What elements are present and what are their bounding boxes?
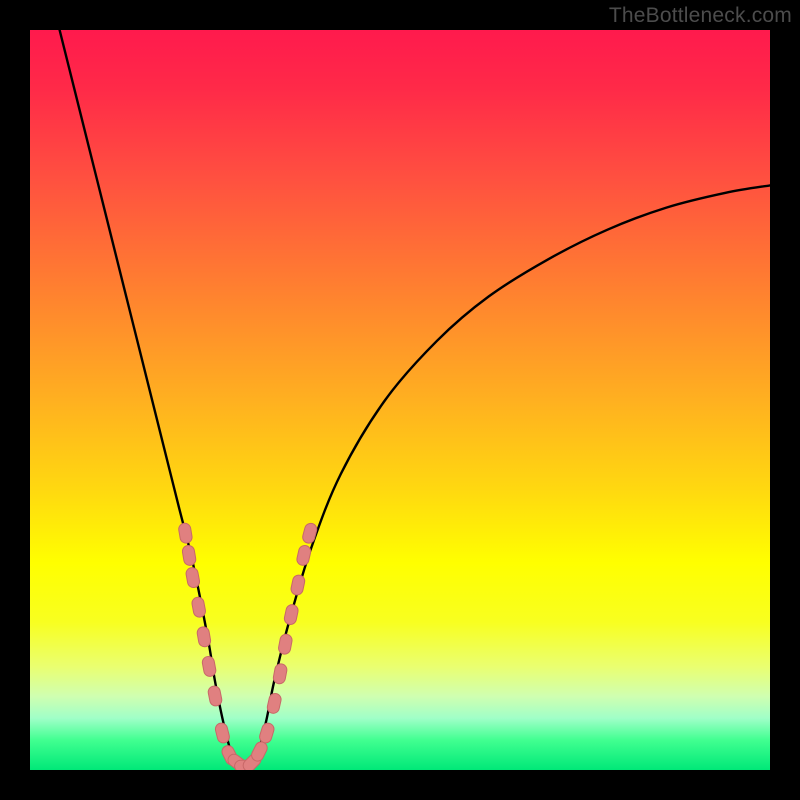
data-marker bbox=[207, 685, 223, 707]
data-marker bbox=[258, 722, 275, 745]
bottleneck-curve bbox=[60, 30, 770, 766]
data-marker bbox=[283, 604, 299, 626]
chart-frame: TheBottleneck.com bbox=[0, 0, 800, 800]
data-marker bbox=[266, 692, 282, 714]
plot-area bbox=[30, 30, 770, 770]
data-marker bbox=[185, 567, 200, 589]
data-marker bbox=[201, 655, 216, 677]
data-marker bbox=[272, 663, 287, 685]
data-marker bbox=[214, 722, 230, 744]
data-marker bbox=[196, 626, 211, 648]
data-marker bbox=[296, 544, 312, 566]
data-marker bbox=[301, 522, 318, 544]
data-marker bbox=[191, 596, 206, 618]
data-marker bbox=[178, 522, 193, 544]
data-marker bbox=[290, 574, 306, 596]
marker-group bbox=[178, 522, 318, 770]
watermark-text: TheBottleneck.com bbox=[609, 4, 792, 28]
curve-layer bbox=[30, 30, 770, 770]
data-marker bbox=[182, 545, 197, 567]
data-marker bbox=[278, 633, 293, 655]
